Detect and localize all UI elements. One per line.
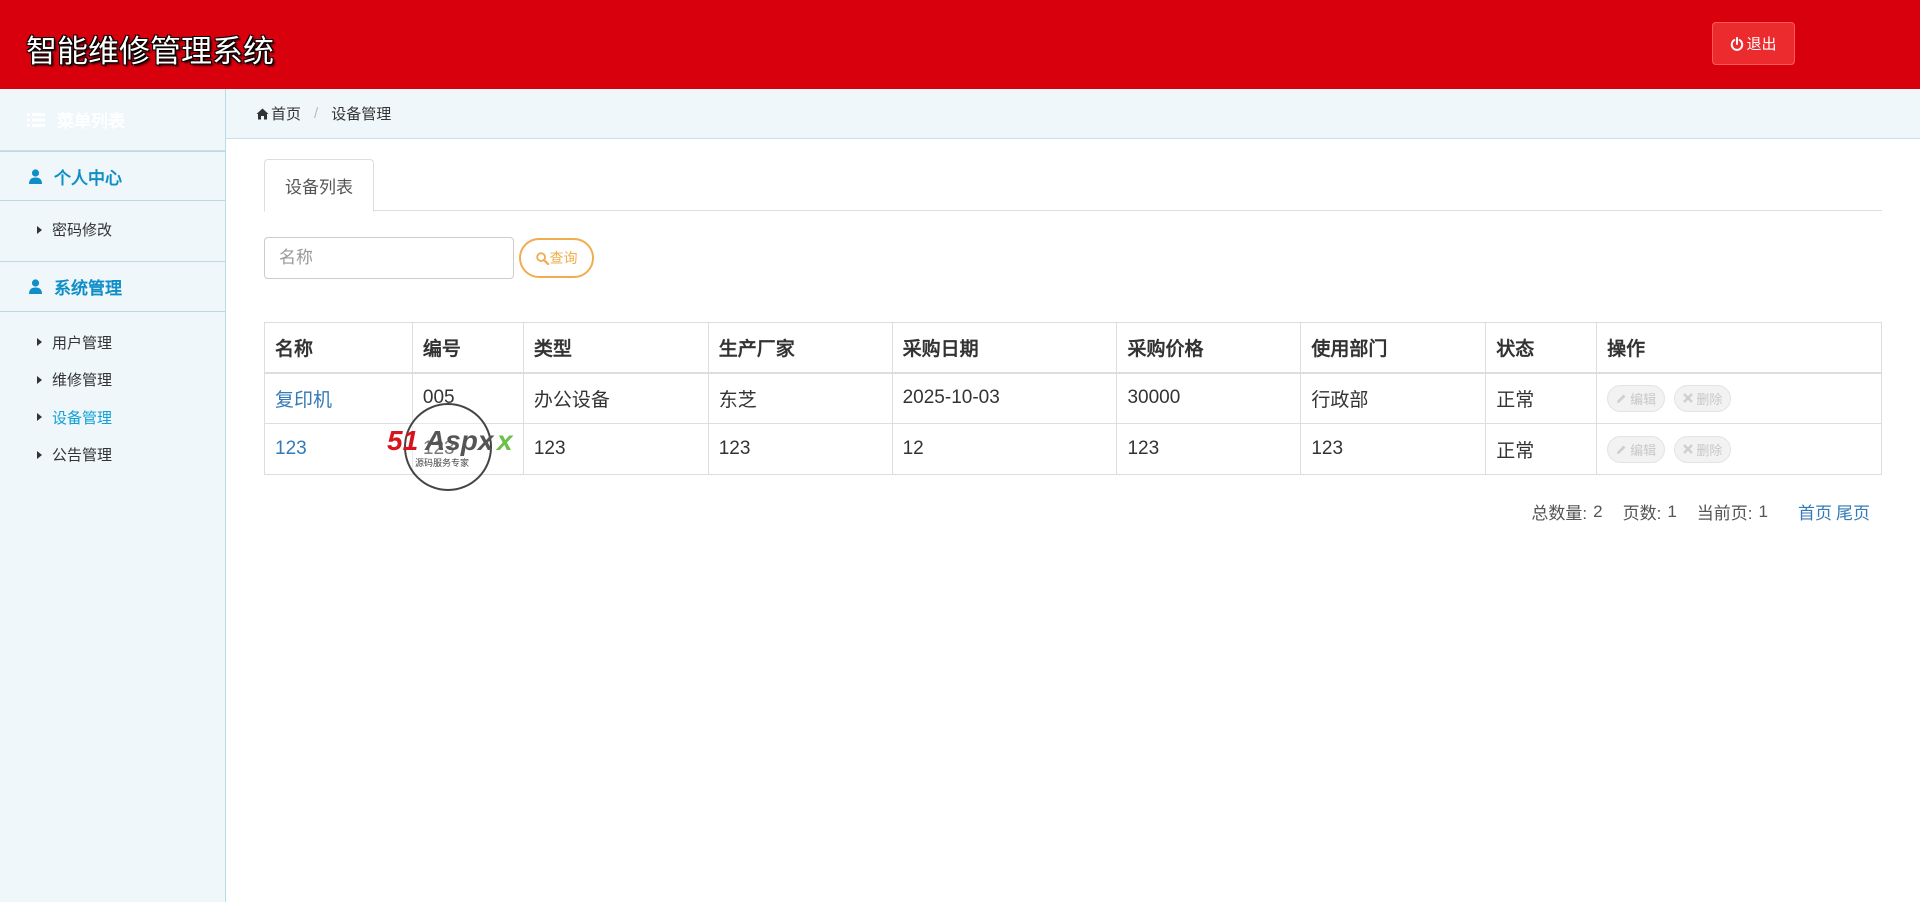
close-icon <box>1683 444 1694 454</box>
svg-text:x: x <box>495 425 514 456</box>
tab-divider <box>264 210 1882 211</box>
sidebar-item-password[interactable]: 密码修改 <box>0 211 225 249</box>
cell-date: 2025-10-03 <box>891 372 1118 424</box>
edit-label: 编辑 <box>1630 442 1657 458</box>
edit-button[interactable]: 编辑 <box>1607 435 1666 463</box>
column-header: 状态 <box>1485 322 1598 374</box>
column-header: 采购日期 <box>891 322 1118 374</box>
nav-sublist-system: 用户管理 维修管理 设备管理 公告管理 <box>0 312 225 486</box>
nav-group-label: 个人中心 <box>54 168 122 188</box>
sidebar: 菜单列表 个人中心 密码修改 系统管理 用户管理 维修管理 设备管理 公告管理 <box>0 89 226 902</box>
column-header: 类型 <box>522 322 709 374</box>
search-input[interactable] <box>264 237 514 279</box>
app-title: 智能维修管理系统 <box>26 34 274 69</box>
edit-label: 编辑 <box>1630 391 1657 407</box>
cell-status: 正常 <box>1485 423 1598 475</box>
sidebar-item-label: 设备管理 <box>52 409 113 427</box>
caret-right-icon <box>37 375 42 384</box>
device-name-link[interactable]: 123 <box>275 438 307 459</box>
sidebar-item-devices[interactable]: 设备管理 <box>0 399 225 437</box>
query-label: 查询 <box>549 250 578 266</box>
cell-price: 30000 <box>1116 372 1302 424</box>
list-icon <box>27 112 45 127</box>
page-count-label: 页数: <box>1622 504 1662 523</box>
caret-right-icon <box>37 413 42 422</box>
search-icon <box>535 251 549 265</box>
sidebar-item-repairs[interactable]: 维修管理 <box>0 361 225 399</box>
delete-label: 删除 <box>1696 442 1723 458</box>
device-name-link[interactable]: 复印机 <box>275 390 332 411</box>
top-header: 智能维修管理系统 退出 <box>0 0 1920 89</box>
user-icon <box>29 278 42 294</box>
cell-actions: 编辑 删除 <box>1596 423 1882 475</box>
power-icon <box>1731 36 1744 51</box>
nav-group-system[interactable]: 系统管理 <box>0 262 225 312</box>
sidebar-heading-label: 菜单列表 <box>57 112 125 131</box>
breadcrumb: 首页 / 设备管理 <box>226 89 1920 139</box>
sidebar-item-notices[interactable]: 公告管理 <box>0 436 225 474</box>
cell-status: 正常 <box>1485 372 1598 424</box>
svg-text:51: 51 <box>387 425 418 456</box>
current-page-label: 当前页: <box>1696 504 1753 523</box>
column-header: 名称 <box>264 322 413 374</box>
pencil-icon <box>1617 445 1626 454</box>
first-page-link[interactable]: 首页 <box>1798 499 1832 524</box>
nav-group-label: 系统管理 <box>54 278 122 298</box>
breadcrumb-home-link[interactable]: 首页 <box>271 103 301 124</box>
close-icon <box>1683 393 1694 404</box>
tab-device-list[interactable]: 设备列表 <box>264 159 374 212</box>
cell-type: 办公设备 <box>522 372 709 424</box>
column-header: 使用部门 <box>1300 322 1487 374</box>
total-count-label: 总数量: <box>1531 504 1588 523</box>
svg-text:Aspx: Aspx <box>424 425 495 456</box>
watermark-logo: 51 Aspx x 源码服务专家 <box>387 403 514 491</box>
sidebar-item-label: 维修管理 <box>52 372 113 390</box>
caret-right-icon <box>37 225 42 234</box>
query-button[interactable]: 查询 <box>519 238 594 278</box>
cell-price: 123 <box>1116 423 1302 475</box>
pagination: 总数量: 2 页数: 1 当前页: 1 首页 尾页 <box>1531 499 1870 524</box>
page-count: 1 <box>1667 501 1677 521</box>
sidebar-heading: 菜单列表 <box>0 89 225 151</box>
total-count: 2 <box>1593 501 1603 521</box>
delete-button[interactable]: 删除 <box>1674 384 1732 412</box>
sidebar-item-users[interactable]: 用户管理 <box>0 324 225 362</box>
delete-label: 删除 <box>1696 391 1723 407</box>
nav-group-personal[interactable]: 个人中心 <box>0 151 225 201</box>
caret-right-icon <box>37 338 42 347</box>
caret-right-icon <box>37 450 42 459</box>
user-icon <box>29 168 42 184</box>
cell-actions: 编辑 删除 <box>1596 372 1882 424</box>
cell-maker: 东芝 <box>707 372 893 424</box>
cell-dept: 行政部 <box>1300 372 1487 424</box>
cell-type: 123 <box>522 423 709 475</box>
table-header-row: 名称 编号 类型 生产厂家 采购日期 采购价格 使用部门 状态 操作 <box>264 322 1882 374</box>
column-header: 生产厂家 <box>707 322 893 374</box>
last-page-link[interactable]: 尾页 <box>1836 499 1870 524</box>
nav-sublist-personal: 密码修改 <box>0 201 225 262</box>
column-header: 操作 <box>1596 322 1882 374</box>
delete-button[interactable]: 删除 <box>1674 435 1732 463</box>
current-page: 1 <box>1758 501 1768 521</box>
cell-date: 12 <box>891 423 1118 475</box>
column-header: 采购价格 <box>1116 322 1302 374</box>
breadcrumb-separator: / <box>314 105 319 122</box>
sidebar-item-label: 密码修改 <box>52 222 113 240</box>
edit-button[interactable]: 编辑 <box>1607 384 1666 412</box>
sidebar-item-label: 用户管理 <box>52 334 113 352</box>
breadcrumb-current: 设备管理 <box>331 106 392 123</box>
logout-label: 退出 <box>1746 36 1777 53</box>
home-icon <box>256 108 269 119</box>
cell-maker: 123 <box>707 423 893 475</box>
cell-dept: 123 <box>1300 423 1487 475</box>
logout-button[interactable]: 退出 <box>1712 22 1795 65</box>
svg-text:源码服务专家: 源码服务专家 <box>415 457 469 469</box>
sidebar-item-label: 公告管理 <box>52 447 113 465</box>
column-header: 编号 <box>411 322 524 374</box>
pencil-icon <box>1617 394 1626 403</box>
